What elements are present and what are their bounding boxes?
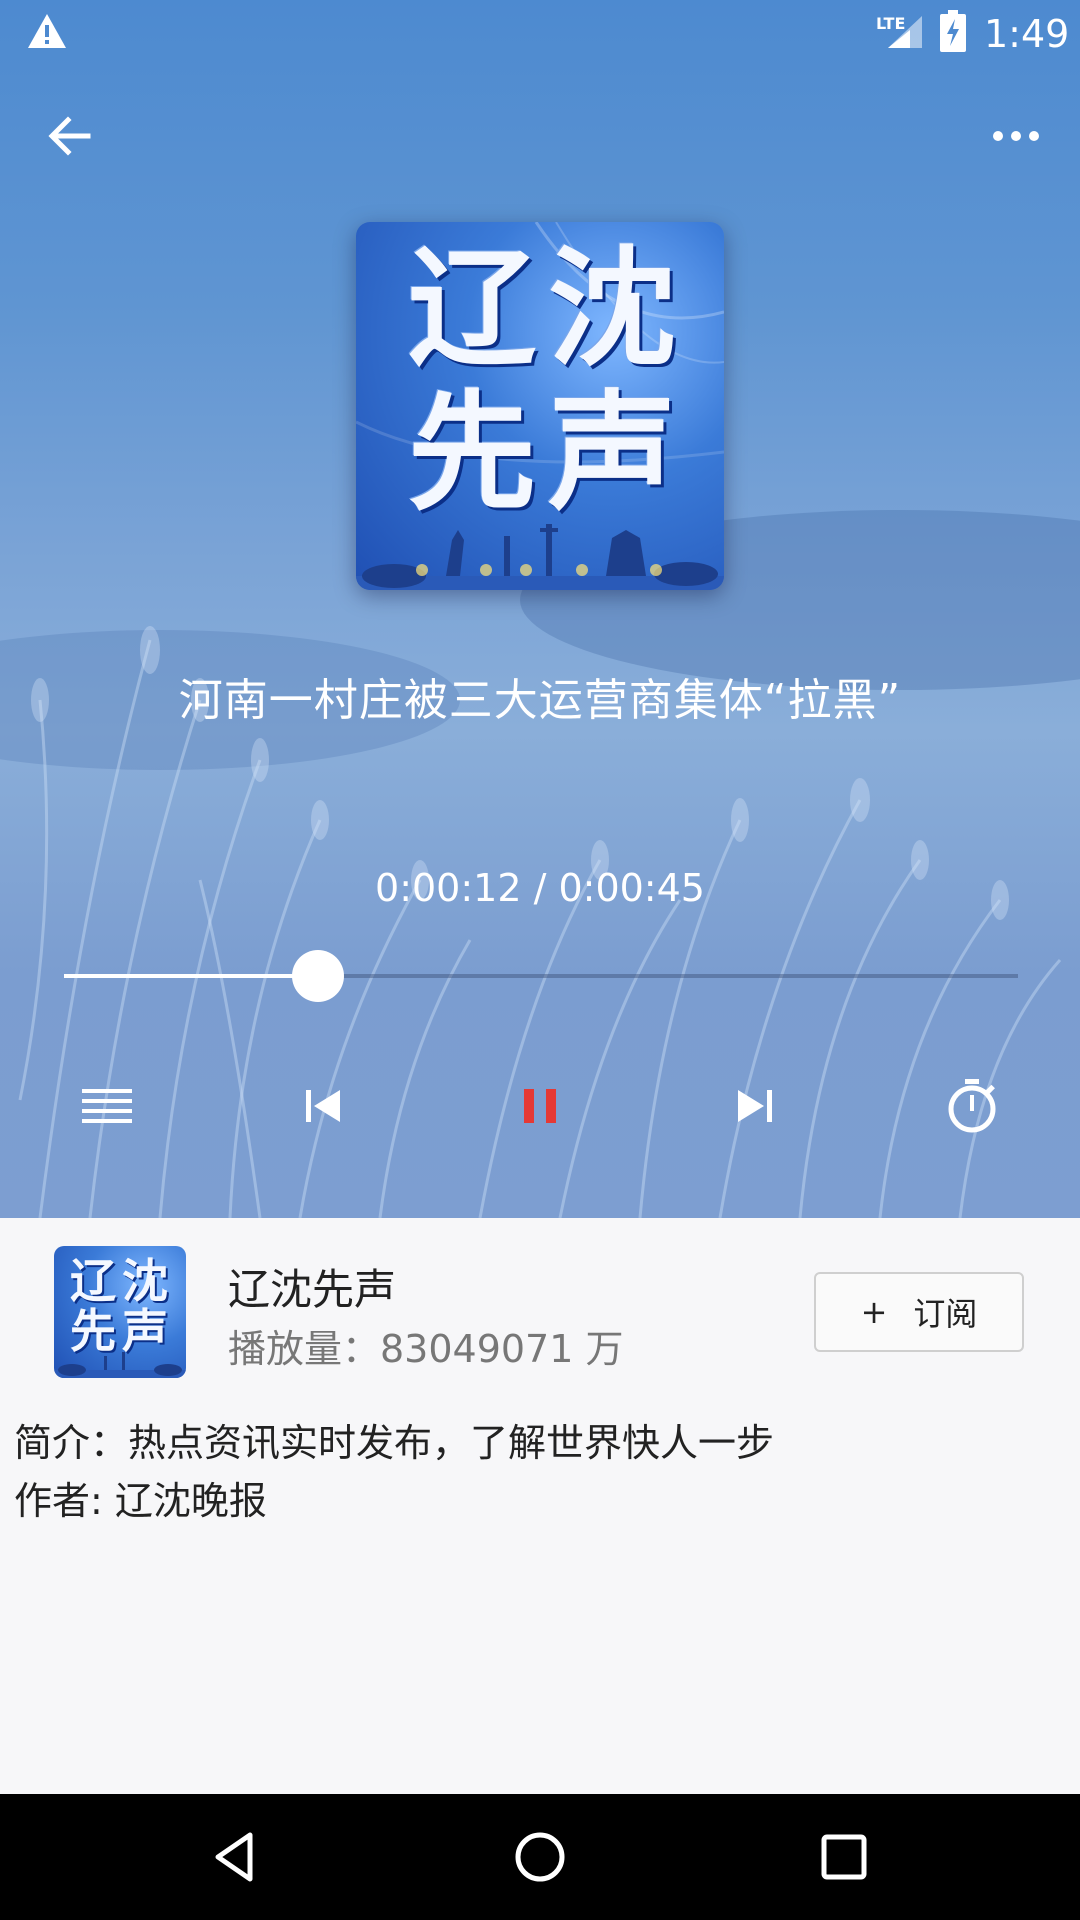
thumb-char-4: 声 (122, 1304, 168, 1358)
status-bar: LTE 1:49 (0, 0, 1080, 64)
channel-author: 作者: 辽沈晚报 (14, 1479, 267, 1523)
nav-recents-icon[interactable] (814, 1827, 874, 1887)
channel-description: 简介：热点资讯实时发布，了解世界快人一步 (14, 1421, 775, 1465)
next-icon[interactable] (724, 1075, 786, 1137)
timer-icon[interactable] (941, 1075, 1003, 1137)
nav-back-icon[interactable] (206, 1827, 266, 1887)
previous-icon[interactable] (292, 1075, 354, 1137)
playlist-icon[interactable] (76, 1075, 138, 1137)
album-cover: 辽 沈 先 声 (356, 222, 724, 590)
pause-icon[interactable] (509, 1075, 571, 1137)
player-panel: LTE 1:49 辽 沈 先 声 河南一村庄被三大运营商集体“拉黑” 0:00:… (0, 0, 1080, 1218)
system-nav-bar (0, 1794, 1080, 1920)
cover-char-3: 先 (408, 379, 537, 528)
plus-icon: + (860, 1293, 888, 1331)
nav-home-icon[interactable] (510, 1827, 570, 1887)
play-count: 播放量：83049071 万 (228, 1327, 624, 1371)
more-horizontal-icon[interactable] (988, 106, 1048, 166)
signal-icon (888, 16, 922, 48)
cover-char-4: 声 (548, 379, 677, 528)
thumb-char-2: 沈 (122, 1254, 168, 1308)
thumb-char-1: 辽 (70, 1254, 116, 1308)
time-readout: 0:00:12 / 0:00:45 (375, 866, 705, 910)
clock-time: 1:49 (984, 12, 1070, 56)
progress-thumb[interactable] (292, 950, 344, 1002)
thumb-char-3: 先 (70, 1304, 116, 1358)
channel-name: 辽沈先声 (228, 1265, 397, 1314)
arrow-left-icon[interactable] (40, 106, 100, 166)
progress-fill (64, 974, 318, 978)
battery-charging-icon (940, 10, 966, 52)
episode-title: 河南一村庄被三大运营商集体“拉黑” (178, 675, 902, 726)
subscribe-label: 订阅 (913, 1295, 978, 1333)
thumb-skyline (54, 1352, 186, 1378)
background-grass-image (0, 510, 1080, 1218)
cover-char-1: 辽 (408, 235, 537, 384)
warning-icon (28, 14, 66, 48)
channel-thumbnail[interactable]: 辽 沈 先 声 (54, 1246, 186, 1378)
cover-char-2: 沈 (548, 235, 677, 384)
subscribe-button[interactable]: + 订阅 (814, 1272, 1024, 1352)
cover-skyline (356, 524, 724, 590)
channel-info-panel: 辽 沈 先 声 辽沈先声 播放量：83049071 万 + 订阅 简介：热点资讯… (0, 1218, 1080, 1794)
